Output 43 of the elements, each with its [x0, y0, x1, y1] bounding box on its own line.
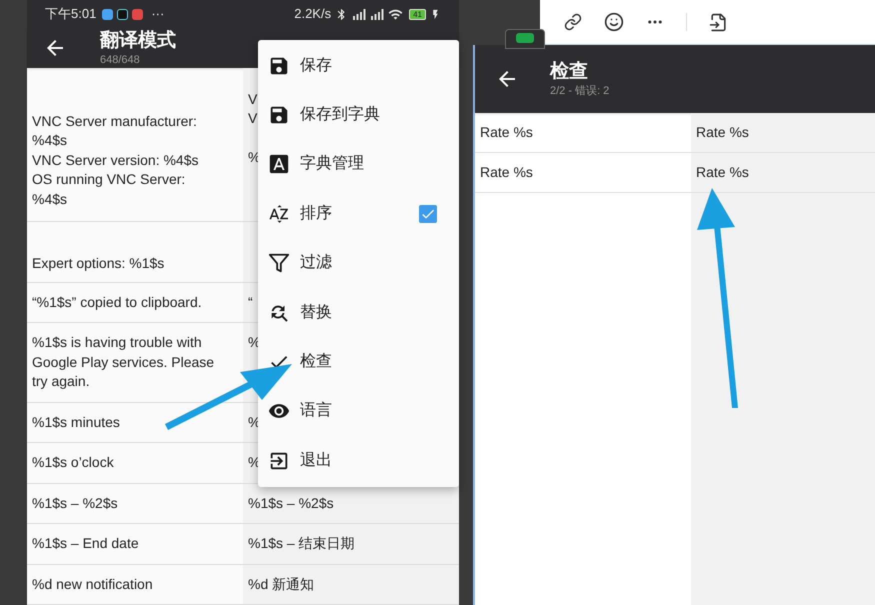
translation-cell-text: Rate %s: [695, 123, 750, 142]
screen-title: 检查: [550, 60, 589, 84]
menu-item[interactable]: 保存到字典: [258, 90, 459, 140]
translation-cell: %d 新通知: [243, 564, 459, 604]
menu-item[interactable]: 退出: [258, 436, 459, 486]
translation-cell-text: Rate %s: [695, 163, 750, 182]
translation-cell: %1$s – %2$s: [243, 484, 459, 523]
network-speed: 2.2K/s: [294, 5, 332, 24]
file-import-icon[interactable]: [709, 12, 728, 32]
filter-icon: [268, 252, 290, 274]
menu-item[interactable]: 语言: [258, 386, 459, 436]
source-cell-text: %1$s is having trouble with Google Play services. Please try again.: [31, 333, 216, 391]
source-cell-text: %1$s – %2$s: [31, 494, 119, 512]
link-icon[interactable]: [564, 13, 582, 31]
sort-icon: [268, 202, 290, 225]
source-cell-text: %d new notification: [31, 574, 154, 594]
emoji-icon[interactable]: [604, 12, 624, 32]
screen-subtitle: 2/2 - 错误: 2: [550, 84, 610, 98]
screen-title: 翻译模式: [100, 28, 176, 53]
screen-subtitle: 648/648: [100, 52, 141, 67]
source-cell-text: Expert options: %1$s: [31, 254, 166, 273]
source-cell-text: %1$s o’clock: [31, 453, 115, 472]
source-cell-text: Rate %s: [479, 123, 534, 142]
menu-item[interactable]: 过滤: [258, 238, 459, 288]
battery-indicator: 41: [409, 8, 426, 20]
more-notifications: ···: [151, 5, 164, 24]
checkbox[interactable]: [419, 204, 437, 223]
source-cell-text: Rate %s: [479, 163, 534, 182]
source-cell-text: %1$s – End date: [31, 534, 140, 553]
save-icon: [268, 104, 290, 126]
source-cell-text: %1$s minutes: [31, 412, 121, 432]
status-time: 下午5:01: [45, 5, 96, 24]
letter-a-icon: [268, 153, 290, 176]
signal-icon: [370, 8, 384, 20]
menu-item[interactable]: 替换: [258, 288, 459, 338]
app-icon: [102, 8, 114, 20]
menu-item[interactable]: 字典管理: [258, 140, 459, 190]
signal-icon: [352, 8, 366, 20]
app-icon: [132, 8, 144, 20]
app-icon: [117, 8, 128, 20]
source-cell-text: VNC Server manufacturer: %4$s VNC Server version: %4$s OS running VNC Server: %4$s: [31, 112, 200, 208]
source-cell-text: “%1$s” copied to clipboard.: [31, 292, 203, 312]
translation-cell: %1$s – 结束日期: [243, 524, 459, 564]
